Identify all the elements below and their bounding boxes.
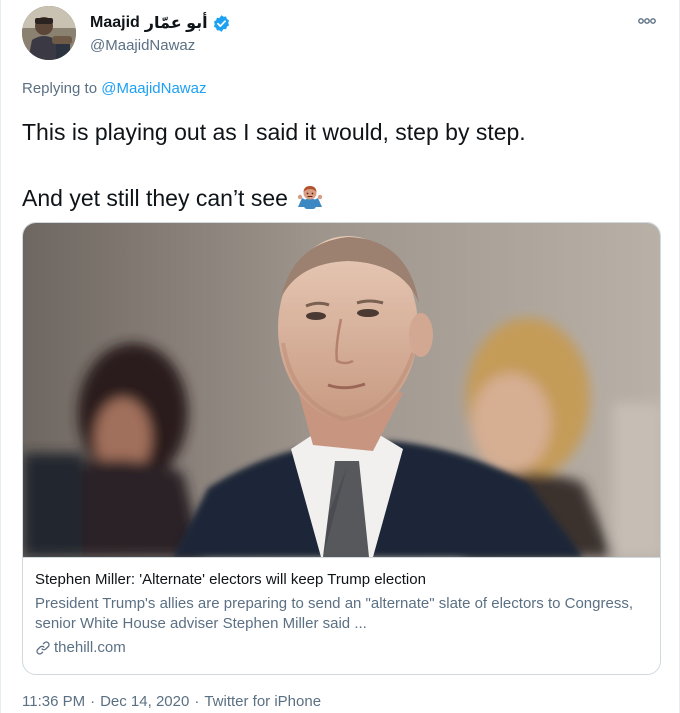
avatar[interactable] xyxy=(22,6,76,60)
card-body[interactable]: Stephen Miller: 'Alternate' electors wil… xyxy=(23,557,660,674)
display-name-row: Maajid أبو عمّار xyxy=(90,12,231,34)
card-image[interactable] xyxy=(23,223,660,557)
card-domain[interactable]: thehill.com xyxy=(35,638,650,658)
man-shrugging-emoji-icon xyxy=(296,183,324,211)
tweet-line-2: And yet still they can’t see xyxy=(22,185,288,211)
tweet-line-1: This is playing out as I said it would, … xyxy=(22,119,526,145)
tweet-text: This is playing out as I said it would, … xyxy=(22,116,662,215)
card-title[interactable]: Stephen Miller: 'Alternate' electors wil… xyxy=(35,570,650,590)
display-name[interactable]: Maajid xyxy=(90,14,140,32)
link-icon xyxy=(35,640,51,656)
author-names: Maajid أبو عمّار @MaajidNawaz xyxy=(90,12,231,54)
tweet-frame: Maajid أبو عمّار @MaajidNawaz Replying t… xyxy=(0,0,680,713)
tweet-source[interactable]: Twitter for iPhone xyxy=(204,693,321,710)
tweet-header: Maajid أبو عمّار @MaajidNawaz xyxy=(22,6,663,62)
link-card[interactable]: Stephen Miller: 'Alternate' electors wil… xyxy=(22,222,661,675)
tweet-time[interactable]: 11:36 PM xyxy=(22,693,85,710)
more-icon[interactable] xyxy=(633,10,661,32)
meta-separator-2: · xyxy=(194,693,200,710)
meta-separator-1: · xyxy=(90,693,96,710)
replying-to-prefix: Replying to xyxy=(22,80,98,97)
verified-badge-icon xyxy=(212,14,231,33)
display-name-arabic[interactable]: أبو عمّار xyxy=(145,13,208,33)
card-description: President Trump's allies are preparing t… xyxy=(35,595,633,632)
author-handle[interactable]: @MaajidNawaz xyxy=(90,37,231,54)
tweet-line-2-wrap: And yet still they can’t see xyxy=(22,182,662,215)
reply-mention-link[interactable]: @MaajidNawaz xyxy=(101,80,206,97)
tweet-meta: 11:36 PM · Dec 14, 2020 · Twitter for iP… xyxy=(22,693,321,710)
tweet-date[interactable]: Dec 14, 2020 xyxy=(100,693,189,710)
card-domain-text: thehill.com xyxy=(54,639,126,656)
replying-to: Replying to @MaajidNawaz xyxy=(22,80,206,97)
